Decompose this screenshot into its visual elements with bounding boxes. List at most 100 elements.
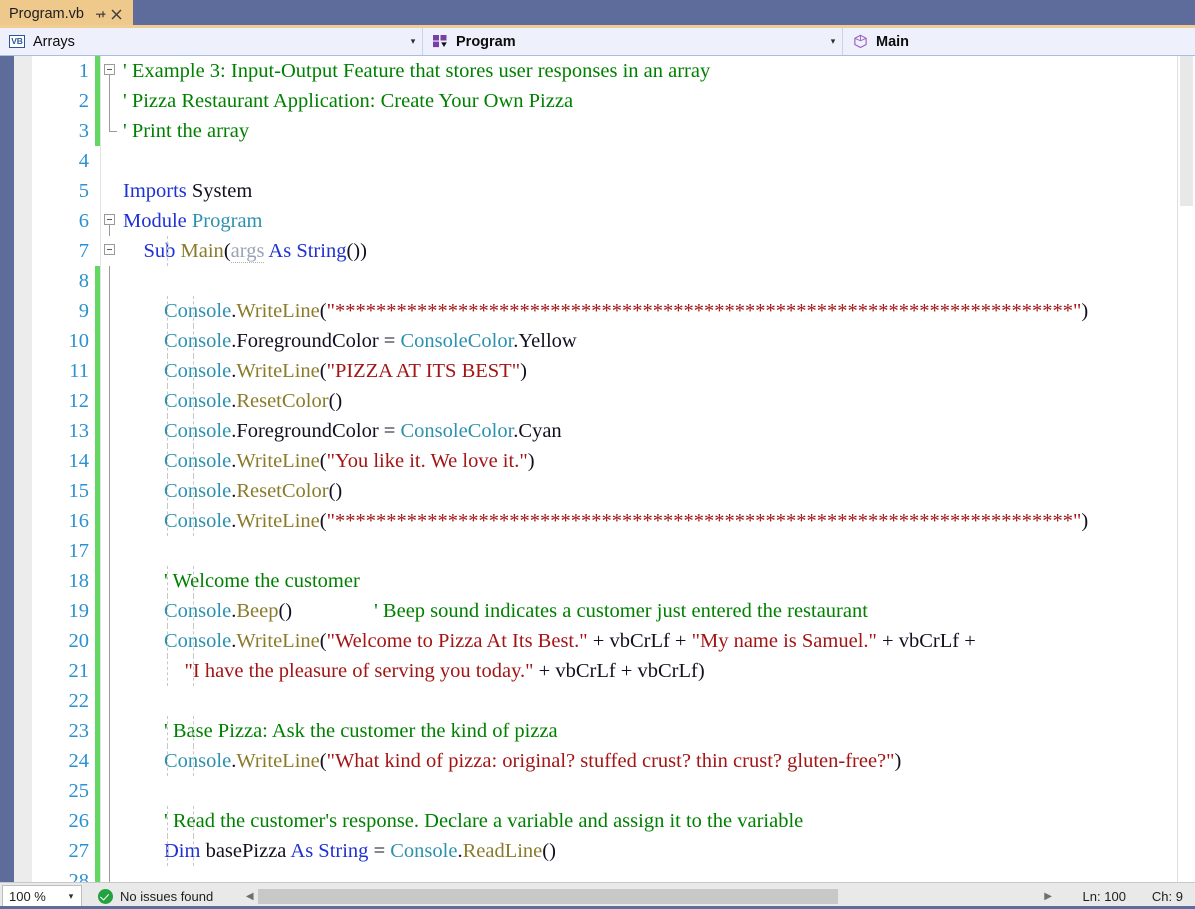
code-folding-column[interactable] xyxy=(100,356,121,386)
code-folding-column[interactable] xyxy=(100,656,121,686)
code-folding-column[interactable] xyxy=(100,596,121,626)
code-line-text[interactable]: ' Base Pizza: Ask the customer the kind … xyxy=(121,716,1177,746)
editor-breakpoint-margin[interactable] xyxy=(14,56,33,882)
code-line[interactable]: 17 xyxy=(33,536,1177,566)
fold-collapse-icon[interactable] xyxy=(104,244,115,255)
code-line[interactable]: 1 ' Example 3: Input-Output Feature that … xyxy=(33,56,1177,86)
code-folding-column[interactable] xyxy=(100,866,121,882)
code-line[interactable]: 4 xyxy=(33,146,1177,176)
code-line[interactable]: 14 Console.WriteLine("You like it. We lo… xyxy=(33,446,1177,476)
code-line-text[interactable]: Console.ResetColor() xyxy=(121,386,1177,416)
type-scope-dropdown[interactable]: Program ▾ xyxy=(423,28,843,55)
code-folding-column[interactable] xyxy=(100,686,121,716)
code-folding-column[interactable] xyxy=(100,56,121,86)
code-folding-column[interactable] xyxy=(100,806,121,836)
code-folding-column[interactable] xyxy=(100,566,121,596)
code-line[interactable]: 26 ' Read the customer's response. Decla… xyxy=(33,806,1177,836)
code-line[interactable]: 9 Console.WriteLine("*******************… xyxy=(33,296,1177,326)
fold-collapse-icon[interactable] xyxy=(104,214,115,225)
code-line[interactable]: 6 Module Program xyxy=(33,206,1177,236)
code-line[interactable]: 24 Console.WriteLine("What kind of pizza… xyxy=(33,746,1177,776)
scroll-left-arrow-icon[interactable]: ◀ xyxy=(241,891,258,902)
scroll-right-arrow-icon[interactable]: ▶ xyxy=(1040,891,1057,902)
code-line-text[interactable]: Console.ForegroundColor = ConsoleColor.Y… xyxy=(121,326,1177,356)
code-line-text[interactable]: ' Welcome the customer xyxy=(121,566,1177,596)
code-folding-column[interactable] xyxy=(100,506,121,536)
code-folding-column[interactable] xyxy=(100,626,121,656)
code-folding-column[interactable] xyxy=(100,296,121,326)
code-line[interactable]: 15 Console.ResetColor() xyxy=(33,476,1177,506)
pin-icon[interactable] xyxy=(93,5,109,23)
code-line-text[interactable]: ' Read the customer's response. Declare … xyxy=(121,806,1177,836)
code-line-text[interactable]: Console.WriteLine("*********************… xyxy=(121,296,1177,326)
chevron-down-icon[interactable]: ▾ xyxy=(404,36,422,47)
document-tab-program-vb[interactable]: Program.vb xyxy=(0,0,133,28)
code-line-text[interactable]: Console.WriteLine("*********************… xyxy=(121,506,1177,536)
code-folding-column[interactable] xyxy=(100,236,121,266)
code-line-text[interactable]: Sub Main(args As String()) xyxy=(121,236,1177,266)
code-line-text[interactable]: Console.WriteLine("What kind of pizza: o… xyxy=(121,746,1177,776)
code-line[interactable]: 2 ' Pizza Restaurant Application: Create … xyxy=(33,86,1177,116)
code-line-text[interactable]: Console.Beep() ' Beep sound indicates a … xyxy=(121,596,1177,626)
zoom-level-dropdown[interactable]: 100 % ▾ xyxy=(2,885,82,907)
code-folding-column[interactable] xyxy=(100,326,121,356)
code-line-text[interactable]: ' Pizza Restaurant Application: Create Y… xyxy=(121,86,1177,116)
code-folding-column[interactable] xyxy=(100,86,121,116)
code-folding-column[interactable] xyxy=(100,746,121,776)
code-line[interactable]: 7 Sub Main(args As String()) xyxy=(33,236,1177,266)
code-line-text[interactable]: Console.ForegroundColor = ConsoleColor.C… xyxy=(121,416,1177,446)
close-icon[interactable] xyxy=(109,5,125,23)
editor-vertical-scrollbar[interactable] xyxy=(1177,56,1195,882)
code-line-text[interactable]: Imports System xyxy=(121,176,1177,206)
code-folding-column[interactable] xyxy=(100,416,121,446)
code-line[interactable]: 3 ' Print the array xyxy=(33,116,1177,146)
project-scope-dropdown[interactable]: VB Arrays ▾ xyxy=(0,28,423,55)
chevron-down-icon[interactable]: ▾ xyxy=(824,36,842,47)
code-folding-column[interactable] xyxy=(100,386,121,416)
code-line[interactable]: 20 Console.WriteLine("Welcome to Pizza A… xyxy=(33,626,1177,656)
horizontal-scroll-thumb[interactable] xyxy=(258,888,839,904)
horizontal-scroll-track[interactable] xyxy=(258,888,1040,904)
code-line[interactable]: 25 xyxy=(33,776,1177,806)
code-line[interactable]: 12 Console.ResetColor() xyxy=(33,386,1177,416)
code-line-text[interactable]: Console.WriteLine("PIZZA AT ITS BEST") xyxy=(121,356,1177,386)
code-line[interactable]: 13 Console.ForegroundColor = ConsoleColo… xyxy=(33,416,1177,446)
horizontal-scrollbar[interactable]: ◀ ▶ xyxy=(241,886,1056,906)
code-folding-column[interactable] xyxy=(100,446,121,476)
code-line[interactable]: 22 xyxy=(33,686,1177,716)
code-line[interactable]: 28 xyxy=(33,866,1177,882)
code-folding-column[interactable] xyxy=(100,206,121,236)
code-folding-column[interactable] xyxy=(100,536,121,566)
code-folding-column[interactable] xyxy=(100,146,121,176)
code-folding-column[interactable] xyxy=(100,476,121,506)
code-folding-column[interactable] xyxy=(100,116,121,146)
code-line[interactable]: 23 ' Base Pizza: Ask the customer the ki… xyxy=(33,716,1177,746)
code-line-text[interactable]: Console.ResetColor() xyxy=(121,476,1177,506)
code-line[interactable]: 19 Console.Beep() ' Beep sound indicates… xyxy=(33,596,1177,626)
code-line[interactable]: 21 "I have the pleasure of serving you t… xyxy=(33,656,1177,686)
code-line[interactable]: 8 xyxy=(33,266,1177,296)
code-folding-column[interactable] xyxy=(100,176,121,206)
code-text-area[interactable]: 1 ' Example 3: Input-Output Feature that … xyxy=(33,56,1177,882)
code-line-text[interactable]: Module Program xyxy=(121,206,1177,236)
chevron-down-icon[interactable]: ▾ xyxy=(61,891,81,902)
code-line-text[interactable]: Console.WriteLine("You like it. We love … xyxy=(121,446,1177,476)
fold-collapse-icon[interactable] xyxy=(104,64,115,75)
code-line[interactable]: 16 Console.WriteLine("******************… xyxy=(33,506,1177,536)
code-line[interactable]: 11 Console.WriteLine("PIZZA AT ITS BEST"… xyxy=(33,356,1177,386)
code-line-text[interactable]: ' Print the array xyxy=(121,116,1177,146)
code-line[interactable]: 10 Console.ForegroundColor = ConsoleColo… xyxy=(33,326,1177,356)
code-folding-column[interactable] xyxy=(100,776,121,806)
code-line-text[interactable]: Dim basePizza As String = Console.ReadLi… xyxy=(121,836,1177,866)
code-folding-column[interactable] xyxy=(100,836,121,866)
code-folding-column[interactable] xyxy=(100,266,121,296)
code-line-text[interactable]: "I have the pleasure of serving you toda… xyxy=(121,656,1177,686)
issues-status[interactable]: No issues found xyxy=(98,888,213,904)
code-line-text[interactable]: Console.WriteLine("Welcome to Pizza At I… xyxy=(121,626,1177,656)
code-line[interactable]: 5 Imports System xyxy=(33,176,1177,206)
code-line-text[interactable]: ' Example 3: Input-Output Feature that s… xyxy=(121,56,1177,86)
code-folding-column[interactable] xyxy=(100,716,121,746)
member-scope-dropdown[interactable]: Main xyxy=(843,28,1195,55)
code-line[interactable]: 18 ' Welcome the customer xyxy=(33,566,1177,596)
scrollbar-thumb[interactable] xyxy=(1180,56,1193,206)
